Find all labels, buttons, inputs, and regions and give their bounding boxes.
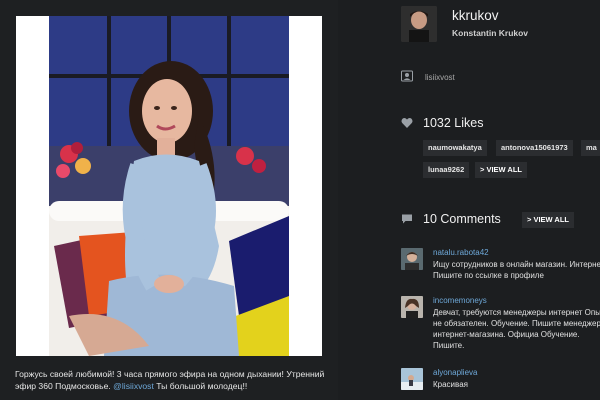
comment-avatar[interactable] [401,248,423,270]
comment-username-link[interactable]: natalu.rabota42 [433,248,489,257]
comment-item: alyonaplieva Красивая [401,368,600,398]
caption-mention-link[interactable]: @lisiixvost [113,381,154,391]
comment-username-link[interactable]: alyonaplieva [433,368,477,377]
post-caption: Горжусь своей любимой! 3 часа прямого эф… [15,368,335,392]
liker-chip[interactable]: naumowakatya [423,140,487,156]
post-photo-illustration [49,16,289,356]
profile-username-link[interactable]: kkrukov [452,8,499,23]
person-tag-icon [401,70,413,82]
likes-view-all-button[interactable]: > VIEW ALL [475,162,528,178]
post-photo[interactable] [49,16,289,356]
post-media-panel: Горжусь своей любимой! 3 часа прямого эф… [0,0,338,400]
tagged-user-link[interactable]: lisiixvost [425,73,455,82]
comment-avatar[interactable] [401,296,423,318]
heart-icon[interactable] [401,117,413,129]
speech-bubble-icon [402,214,412,224]
comments-count: 10 Comments [423,212,501,226]
profile-header: kkrukov Konstantin Krukov [401,6,600,42]
comment-avatar[interactable] [401,368,423,390]
avatar-photo [401,368,423,390]
caption-tail: Ты большой молодец!! [156,381,248,391]
post-meta-panel: kkrukov Konstantin Krukov lisiixvost 103… [387,0,600,400]
liker-chip[interactable]: antonova15061973 [496,140,573,156]
avatar-photo [401,6,437,42]
comment-text: Девчат, требуются менеджеры интернет Опы… [433,308,600,350]
likes-count[interactable]: 1032 Likes [423,116,483,130]
profile-avatar[interactable] [401,6,437,42]
comment-text: Красивая [433,380,468,389]
photo-frame [16,16,322,356]
comment-item: natalu.rabota42 Ищу сотрудников в онлайн… [401,248,600,292]
avatar-photo [401,296,423,318]
comments-view-all-button[interactable]: > VIEW ALL [522,212,575,228]
avatar-photo [401,248,423,270]
liker-chip[interactable]: lunaa9262 [423,162,470,178]
profile-full-name: Konstantin Krukov [452,28,529,38]
liker-chip[interactable]: ma [581,140,600,156]
comment-username-link[interactable]: incomemoneys [433,296,487,305]
comment-item: incomemoneys Девчат, требуются менеджеры… [401,296,600,356]
comment-text: Ищу сотрудников в онлайн магазин. Интерн… [433,260,600,280]
